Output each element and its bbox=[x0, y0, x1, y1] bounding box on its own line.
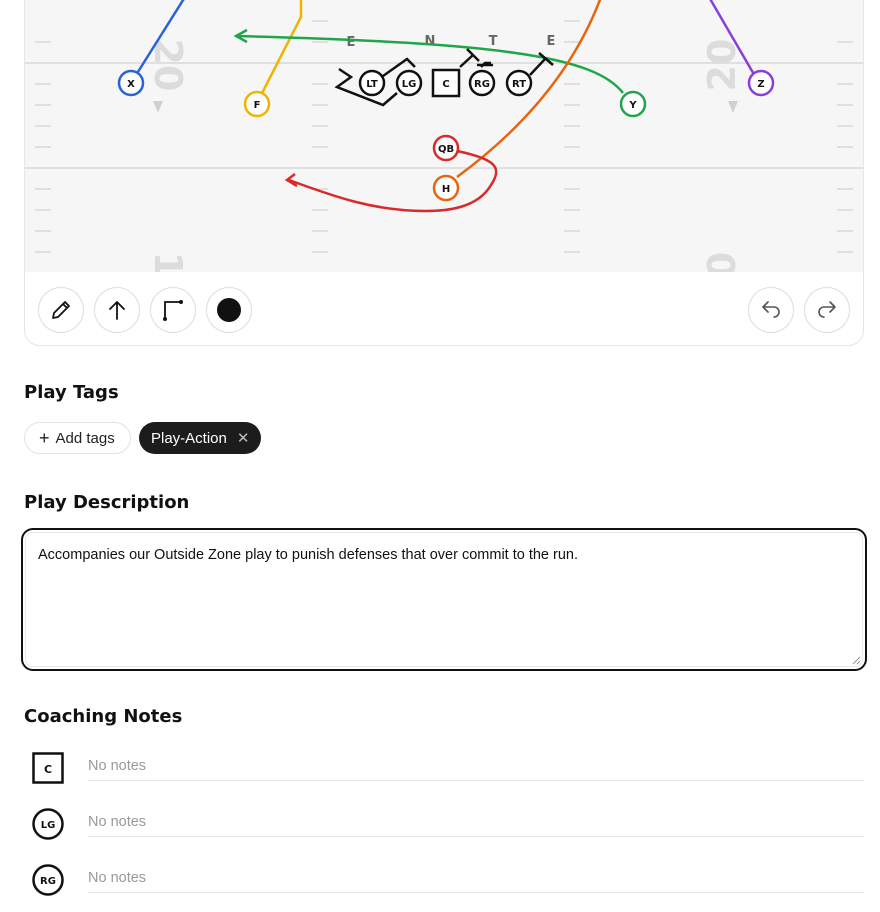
fill-circle-tool-button[interactable] bbox=[206, 287, 252, 333]
pencil-icon bbox=[52, 301, 70, 319]
tag-chip[interactable]: Play-Action ✕ bbox=[139, 422, 261, 454]
play-tags-title: Play Tags bbox=[24, 382, 119, 403]
plus-icon: + bbox=[39, 428, 50, 448]
play-description-field: Accompanies our Outside Zone play to pun… bbox=[21, 528, 867, 671]
player-rg-label: RG bbox=[474, 79, 490, 90]
player-lg-label: LG bbox=[402, 79, 417, 90]
yard-number: 1 bbox=[146, 252, 190, 272]
resize-handle-icon[interactable] bbox=[851, 655, 861, 665]
redo-icon bbox=[818, 301, 836, 318]
filled-circle-icon bbox=[217, 298, 241, 322]
coaching-note-input[interactable]: No notes bbox=[88, 864, 864, 893]
play-field[interactable]: 20 20 1 0 E N T E X F LT LG C RG RT Y Z … bbox=[25, 0, 863, 272]
defender-label: T bbox=[489, 34, 498, 49]
pencil-tool-button[interactable] bbox=[38, 287, 84, 333]
redo-button[interactable] bbox=[804, 287, 850, 333]
drawing-toolbar bbox=[25, 272, 863, 345]
player-z-label: Z bbox=[757, 79, 764, 90]
add-tags-button[interactable]: + Add tags bbox=[24, 422, 131, 454]
coaching-note-input[interactable]: No notes bbox=[88, 808, 864, 837]
field-canvas[interactable]: 20 20 1 0 E N T E X F LT LG C RG RT Y Z … bbox=[25, 0, 863, 272]
corner-route-tool-button[interactable] bbox=[150, 287, 196, 333]
player-y-label: Y bbox=[628, 100, 637, 111]
play-description-input[interactable]: Accompanies our Outside Zone play to pun… bbox=[25, 532, 863, 667]
play-description-title: Play Description bbox=[24, 492, 190, 513]
coaching-note-row: LG No notes bbox=[24, 808, 864, 856]
player-c-label: C bbox=[442, 79, 449, 90]
defender-label: E bbox=[547, 34, 556, 49]
undo-icon bbox=[762, 301, 780, 318]
player-lt-label: LT bbox=[366, 79, 378, 90]
player-lg-icon: LG bbox=[32, 808, 64, 840]
coaching-note-row: C No notes bbox=[24, 752, 864, 800]
undo-button[interactable] bbox=[748, 287, 794, 333]
direction-arrow bbox=[153, 101, 163, 113]
player-c-icon: C bbox=[32, 752, 64, 784]
direction-arrow bbox=[728, 101, 738, 113]
defender-label: E bbox=[347, 35, 356, 50]
player-h-label: H bbox=[442, 184, 450, 195]
coaching-notes-title: Coaching Notes bbox=[24, 706, 183, 727]
svg-text:RG: RG bbox=[40, 876, 56, 887]
corner-route-icon bbox=[163, 300, 183, 321]
route-qb[interactable] bbox=[288, 149, 498, 213]
route-f[interactable] bbox=[255, 0, 303, 104]
arrow-tool-button[interactable] bbox=[94, 287, 140, 333]
svg-text:LG: LG bbox=[41, 820, 56, 831]
tag-chip-label: Play-Action bbox=[151, 429, 227, 447]
play-diagram-card: 20 20 1 0 E N T E X F LT LG C RG RT Y Z … bbox=[24, 0, 864, 346]
player-rg-icon: RG bbox=[32, 864, 64, 896]
player-qb-label: QB bbox=[438, 144, 454, 155]
svg-text:C: C bbox=[44, 763, 52, 776]
player-rt-label: RT bbox=[512, 79, 526, 90]
yard-number: 0 bbox=[700, 252, 744, 272]
player-x-label: X bbox=[127, 79, 135, 90]
remove-tag-close-icon[interactable]: ✕ bbox=[237, 431, 250, 446]
add-tags-label: Add tags bbox=[55, 429, 115, 447]
coaching-note-row: RG No notes bbox=[24, 864, 864, 912]
arrow-up-icon bbox=[109, 301, 125, 320]
coaching-note-input[interactable]: No notes bbox=[88, 752, 864, 781]
defender-label: N bbox=[425, 34, 436, 49]
player-f-label: F bbox=[254, 100, 261, 111]
